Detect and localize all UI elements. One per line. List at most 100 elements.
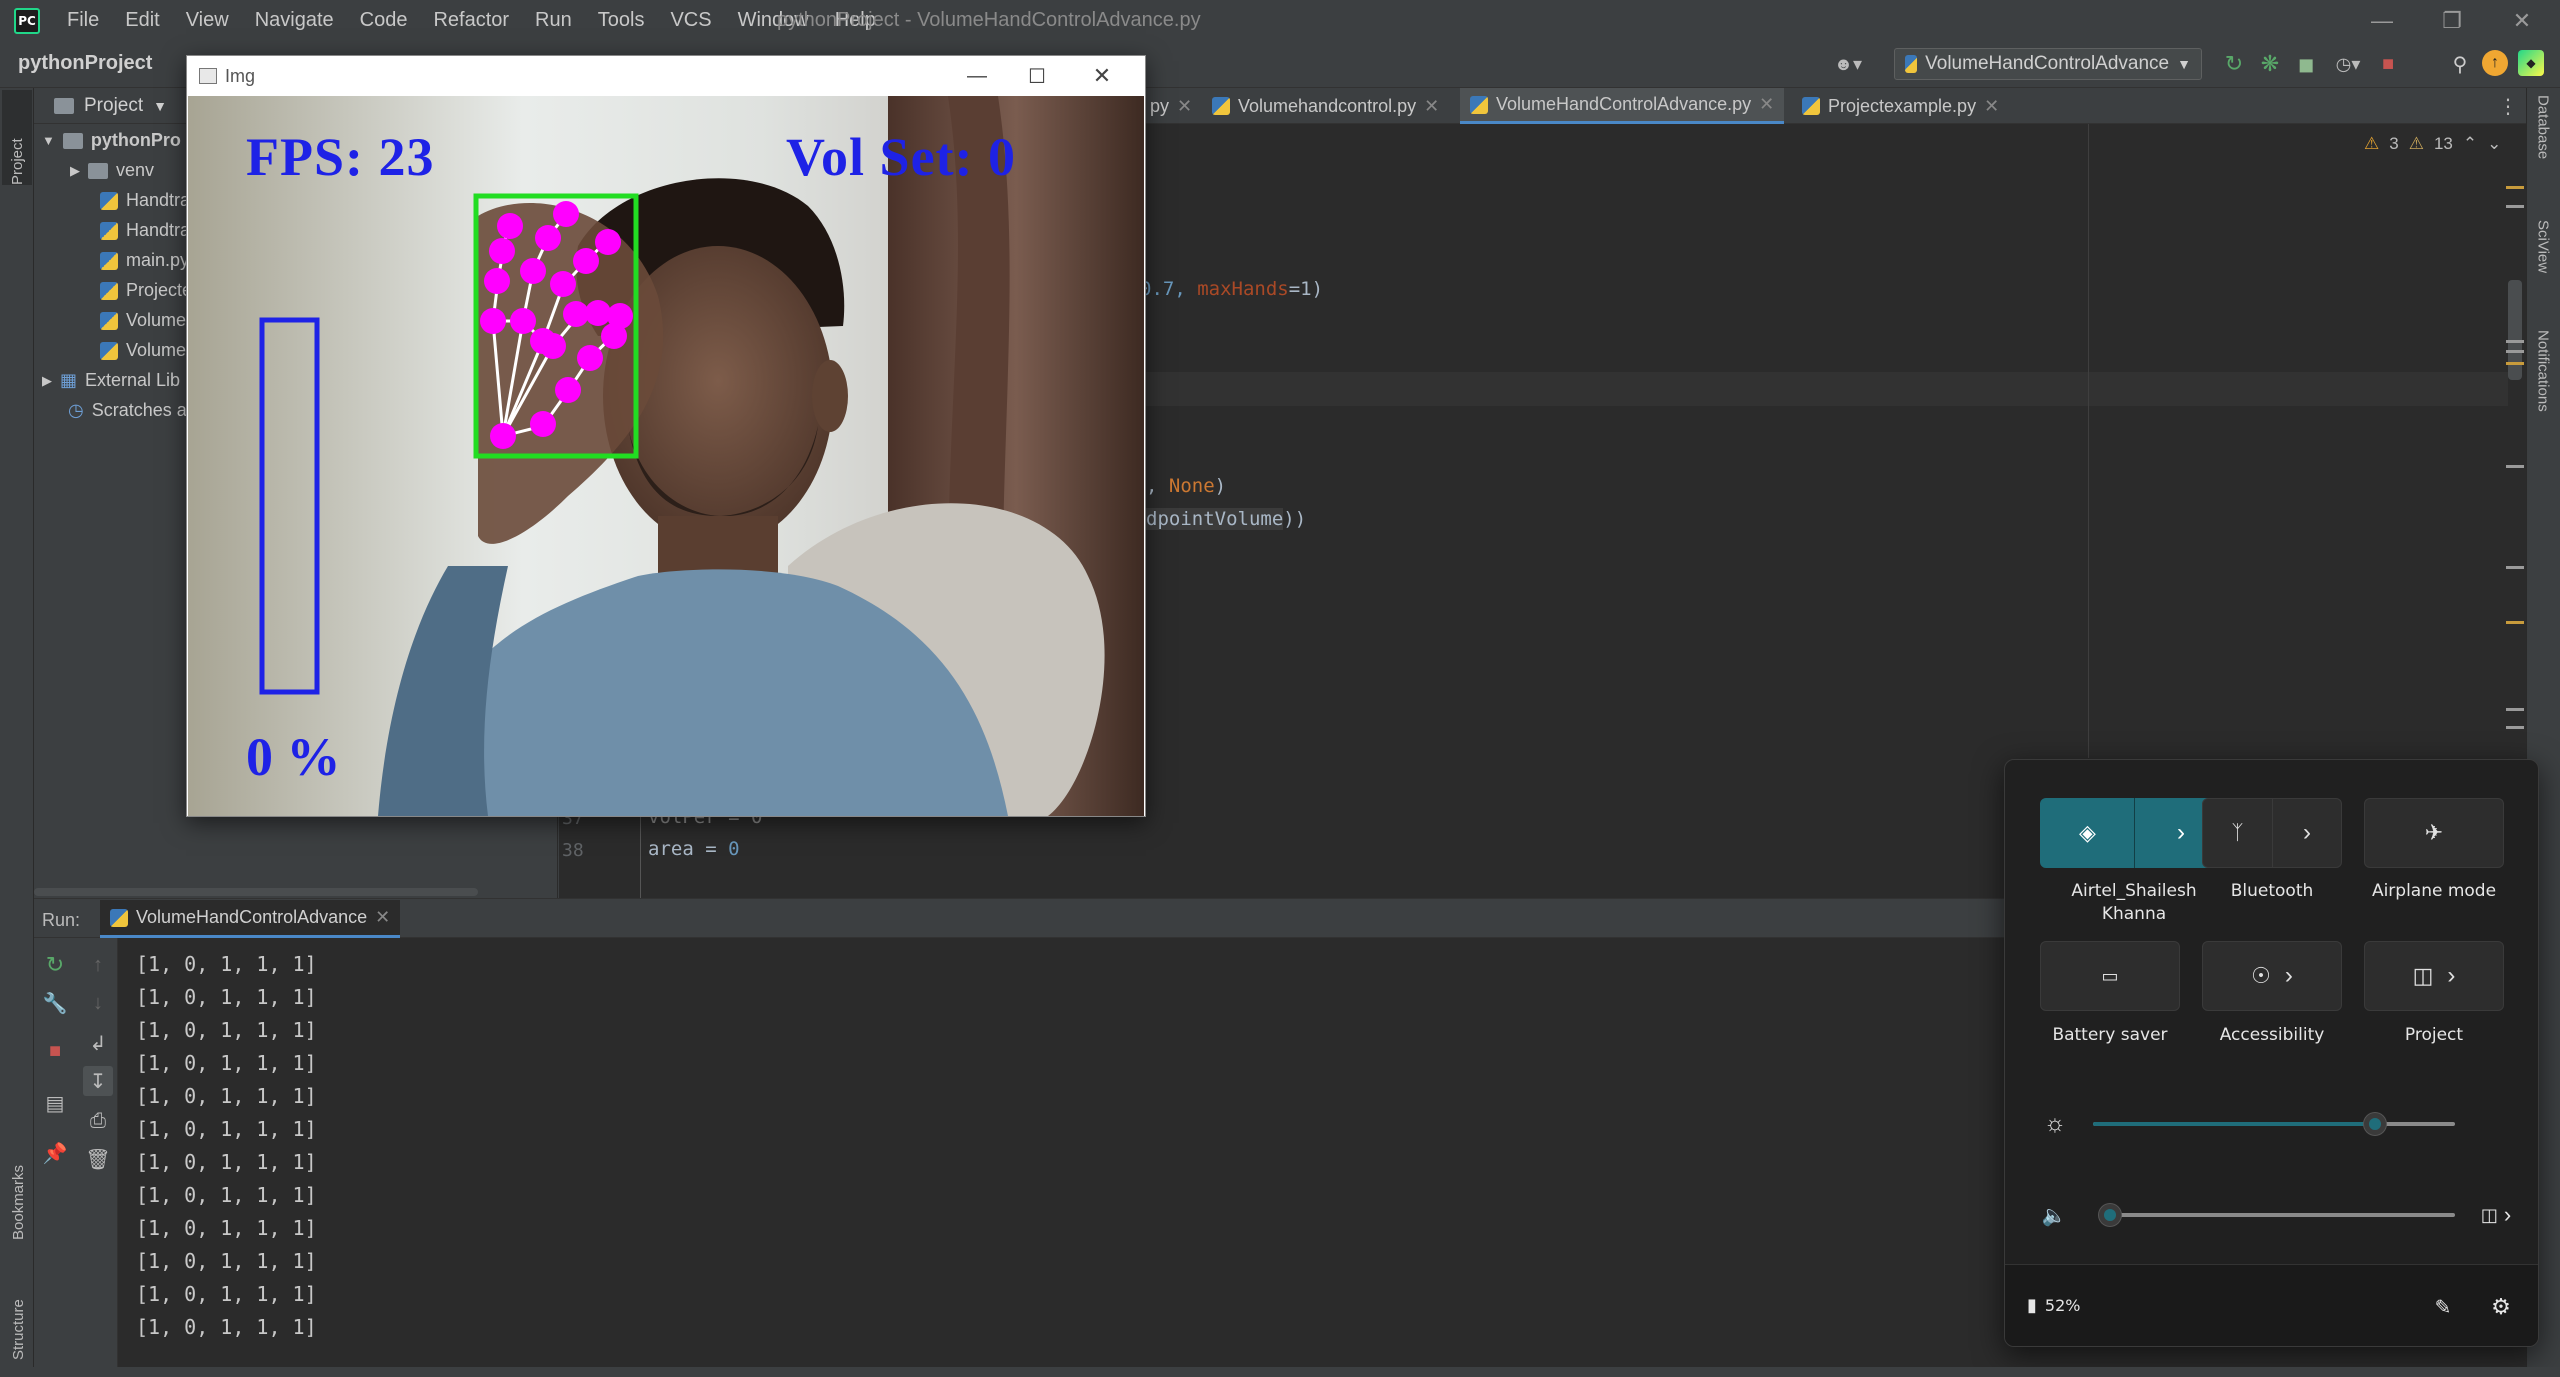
tree-item-file[interactable]: Volume [100,310,186,331]
tree-item-file[interactable]: Handtra [100,190,190,211]
menu-vcs[interactable]: VCS [657,9,724,32]
menu-file[interactable]: File [54,9,112,32]
breadcrumb[interactable]: pythonProject [18,52,152,75]
close-tab-icon[interactable]: ✕ [375,907,390,928]
brightness-slider-thumb[interactable] [2364,1113,2387,1135]
error-stripe-marker[interactable] [2506,621,2524,624]
close-tab-icon[interactable]: ✕ [1424,96,1439,117]
minimize-icon[interactable]: — [947,56,1007,96]
battery-status[interactable]: ▮ 52% [2027,1295,2080,1316]
soft-wrap-icon[interactable]: ↲ [85,1030,111,1056]
tab-partial[interactable]: py ✕ [1140,88,1202,124]
tree-item-external-libraries[interactable]: ▶ ▦ External Lib [42,370,180,391]
update-icon[interactable]: ↑ [2482,50,2508,76]
error-stripe-marker[interactable] [2506,205,2524,208]
stop-icon[interactable]: ■ [2374,50,2402,78]
tree-item-root[interactable]: ▼ pythonPro [42,130,181,151]
error-stripe-marker[interactable] [2506,350,2524,353]
close-tab-icon[interactable]: ✕ [1177,96,1192,117]
close-icon[interactable]: ✕ [1067,56,1137,96]
chevron-down-icon[interactable]: ▼ [153,98,167,114]
chevron-right-icon[interactable]: › [2273,798,2341,868]
tree-item-file[interactable]: Volume [100,340,186,361]
menu-run[interactable]: Run [522,9,585,32]
edit-icon[interactable]: ✎ [2425,1290,2461,1324]
more-tabs-icon[interactable]: ⋮ [2498,92,2518,120]
plugin-icon[interactable]: ◆ [2518,50,2544,76]
menu-view[interactable]: View [173,9,242,32]
wifi-toggle[interactable]: ◈ › [2040,798,2228,868]
restore-icon[interactable]: ❐ [2418,0,2486,41]
vertical-scrollbar[interactable] [2508,280,2522,380]
tree-item-file[interactable]: Handtra [100,220,190,241]
chevron-down-icon[interactable]: ⌄ [2487,134,2501,154]
project-panel-title[interactable]: Project [84,95,143,117]
settings-icon[interactable]: ⚙ [2483,1290,2519,1324]
database-tool-button[interactable]: Database [2530,95,2556,200]
project-display-button[interactable]: ◫ › [2364,941,2504,1011]
bluetooth-icon[interactable]: ᛉ [2203,798,2272,868]
error-stripe-marker[interactable] [2506,186,2524,189]
horizontal-scrollbar[interactable] [34,888,478,896]
menu-refactor[interactable]: Refactor [420,9,522,32]
bookmarks-tool-button[interactable]: Bookmarks [6,1125,30,1240]
tab-volumehandcontrol[interactable]: Volumehandcontrol.py ✕ [1202,88,1449,124]
structure-tool-button[interactable]: Structure [6,1265,30,1360]
rerun-icon[interactable]: ↻ [42,952,68,978]
tab-volumehandcontroladvance[interactable]: VolumeHandControlAdvance.py ✕ [1460,88,1785,124]
error-stripe-marker[interactable] [2506,708,2524,711]
tree-item-scratches[interactable]: ◷ Scratches a [68,400,187,421]
rerun-icon[interactable]: ↻ [2220,50,2248,78]
profile-icon[interactable]: ◷▾ [2328,50,2368,78]
tab-projectexample[interactable]: Projectexample.py ✕ [1792,88,2009,124]
project-tool-button[interactable]: Project [2,90,32,185]
maximize-icon[interactable]: ☐ [1007,56,1067,96]
wrench-icon[interactable]: 🔧 [42,990,68,1016]
debug-icon[interactable]: ❋ [2256,50,2284,78]
trash-icon[interactable]: 🗑 [85,1146,111,1172]
img-window[interactable]: Img — ☐ ✕ FPS: 23 Vol Set: 0 0 % [186,55,1146,817]
menu-navigate[interactable]: Navigate [242,9,347,32]
code-line[interactable]: 0.7, maxHands=1) [1140,278,1323,300]
battery-saver-toggle[interactable]: ▭ [2040,941,2180,1011]
code-line[interactable]: area = 0 [648,838,740,860]
error-stripe-marker[interactable] [2506,566,2524,569]
tree-item-venv[interactable]: ▶ venv [70,160,154,181]
stop-icon[interactable]: ■ [42,1038,68,1064]
airplane-mode-toggle[interactable]: ✈ [2364,798,2504,868]
menu-edit[interactable]: Edit [112,9,172,32]
code-line[interactable]: dpointVolume)) [1146,508,1306,530]
pin-icon[interactable]: 📌 [42,1140,68,1166]
inspection-widget[interactable]: ⚠ 3 ⚠ 13 ⌃ ⌄ [2364,134,2501,154]
tree-item-file[interactable]: main.py [100,250,189,271]
error-stripe-marker[interactable] [2506,362,2524,365]
arrow-down-icon[interactable]: ↓ [85,990,111,1016]
minimize-icon[interactable]: — [2348,0,2416,41]
code-line[interactable]: , None) [1146,475,1226,497]
run-tab[interactable]: VolumeHandControlAdvance ✕ [100,900,401,938]
search-icon[interactable]: ⚲ [2446,50,2474,78]
sciview-tool-button[interactable]: SciView [2530,220,2556,320]
print-icon[interactable]: ⎙ [85,1108,111,1134]
chevron-up-icon[interactable]: ⌃ [2463,134,2477,154]
close-tab-icon[interactable]: ✕ [1984,96,1999,117]
wifi-icon[interactable]: ◈ [2041,798,2134,868]
layout-icon[interactable]: ▤ [42,1090,68,1116]
audio-output-button[interactable]: ◫ › [2473,1200,2519,1230]
error-stripe-marker[interactable] [2506,340,2524,343]
run-configuration-select[interactable]: VolumeHandControlAdvance ▼ [1894,48,2202,80]
menu-code[interactable]: Code [347,9,421,32]
arrow-up-icon[interactable]: ↑ [85,952,111,978]
tree-item-file[interactable]: Projecte [100,280,192,301]
close-icon[interactable]: ✕ [2488,0,2556,41]
bluetooth-toggle[interactable]: ᛉ › [2202,798,2342,868]
volume-slider-thumb[interactable] [2099,1204,2122,1226]
speaker-icon[interactable]: 🔈 [2039,1200,2069,1230]
close-tab-icon[interactable]: ✕ [1759,94,1774,115]
menu-tools[interactable]: Tools [585,9,658,32]
volume-slider-track[interactable] [2103,1213,2455,1217]
error-stripe-marker[interactable] [2506,726,2524,729]
error-stripe-marker[interactable] [2506,465,2524,468]
coverage-icon[interactable]: ◼ [2292,50,2320,78]
accessibility-button[interactable]: ☉ › [2202,941,2342,1011]
